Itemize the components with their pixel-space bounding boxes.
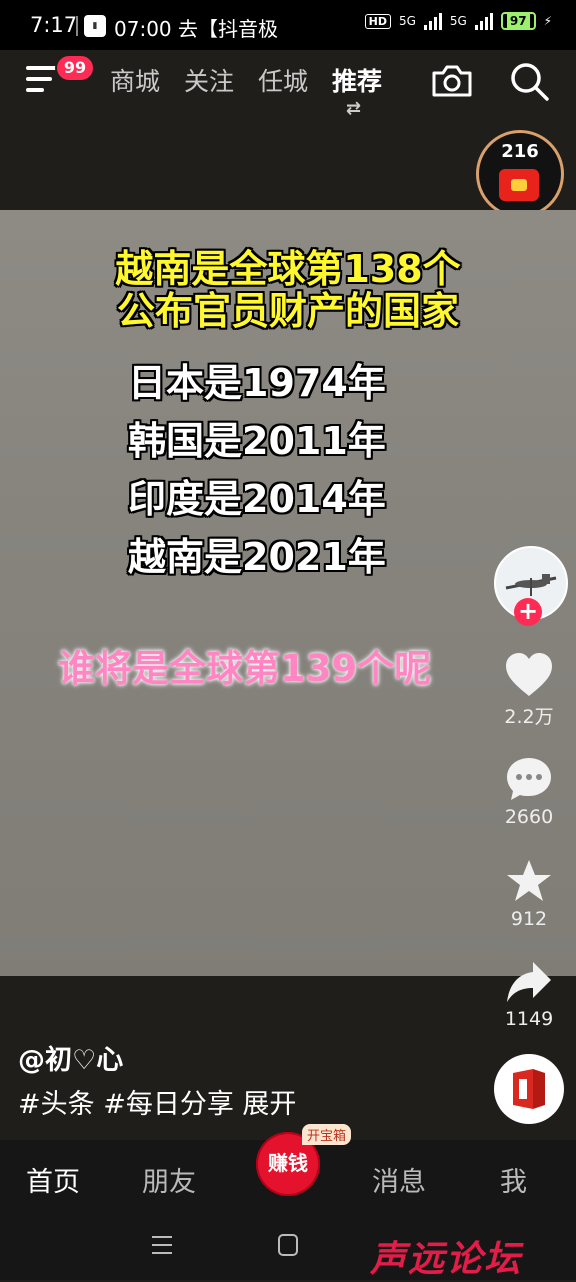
tab-local[interactable]: 任城 xyxy=(258,62,308,98)
tab-mall[interactable]: 商城 xyxy=(110,62,160,98)
comment-button[interactable]: 2660 xyxy=(490,756,568,828)
home-button[interactable] xyxy=(278,1234,298,1256)
music-disc[interactable] xyxy=(494,1054,564,1124)
top-tabs: 商城 关注 任城 推荐 ⇄ xyxy=(110,62,406,119)
camera-icon xyxy=(432,65,472,97)
video-title-line1: 越南是全球第138个 xyxy=(115,247,461,291)
status-time: 7:17 xyxy=(30,13,78,37)
video-question: 谁将是全球第139个呢 xyxy=(58,647,432,690)
menu-icon-line xyxy=(26,77,52,81)
status-indicators: HD 5G 5G 97 ⚡ xyxy=(364,12,552,30)
share-count: 1149 xyxy=(504,1008,554,1030)
nav-messages[interactable]: 消息 xyxy=(372,1160,426,1199)
search-button[interactable] xyxy=(508,60,550,102)
video-text-line: 印度是2014年 xyxy=(128,477,386,521)
post-caption[interactable]: #头条 #每日分享 展开 xyxy=(18,1082,296,1121)
signal-icon-2 xyxy=(474,12,493,30)
recent-apps-button[interactable] xyxy=(152,1236,172,1260)
signal-icon xyxy=(423,12,442,30)
like-count: 2.2万 xyxy=(504,706,554,728)
video-title-line2: 公布官员财产的国家 xyxy=(116,289,459,333)
search-icon xyxy=(511,63,549,101)
coin-count: 216 xyxy=(501,141,539,162)
notification-app-icon: ▮ xyxy=(84,15,106,37)
hd-indicator: HD xyxy=(364,13,391,29)
follow-button[interactable]: + xyxy=(514,598,542,626)
treasure-box-tag: 开宝箱 xyxy=(302,1124,352,1145)
tab-recommend-label: 推荐 xyxy=(332,67,383,96)
menu-icon-line xyxy=(26,88,44,92)
status-bar: 7:17 ▮ 07:00 去【抖音极 HD 5G 5G 97 ⚡ xyxy=(0,0,576,50)
like-button[interactable]: 2.2万 xyxy=(490,652,568,729)
tab-recommend[interactable]: 推荐 ⇄ xyxy=(332,62,383,119)
comment-count: 2660 xyxy=(504,806,554,828)
share-icon xyxy=(507,962,551,1002)
video-text-line: 越南是2021年 xyxy=(128,535,386,579)
forum-watermark: 声远论坛 xyxy=(370,1239,523,1280)
favorite-button[interactable]: 912 xyxy=(490,858,568,930)
network-label-2: 5G xyxy=(449,14,467,28)
comment-icon xyxy=(507,758,551,800)
status-divider xyxy=(76,16,78,36)
video-text-line: 日本是1974年 xyxy=(128,361,386,405)
status-notification-text: 07:00 去【抖音极 xyxy=(114,17,278,41)
menu-line-icon xyxy=(152,1244,172,1246)
video-text-line: 韩国是2011年 xyxy=(128,419,386,463)
coin-reward-widget[interactable]: 216 xyxy=(476,130,564,218)
camera-button[interactable] xyxy=(430,63,474,99)
heart-icon xyxy=(506,653,552,696)
nav-me[interactable]: 我 xyxy=(500,1160,527,1199)
nav-friends[interactable]: 朋友 xyxy=(142,1160,196,1199)
battery-icon: 97 xyxy=(500,12,536,30)
star-icon xyxy=(507,860,551,901)
music-cover-icon xyxy=(513,1069,545,1109)
share-button[interactable]: 1149 xyxy=(490,960,568,1030)
menu-line-icon xyxy=(152,1236,172,1238)
swap-icon: ⇄ xyxy=(346,98,362,119)
nav-home[interactable]: 首页 xyxy=(26,1160,80,1199)
favorite-count: 912 xyxy=(510,908,548,930)
battery-level: 97 xyxy=(506,14,530,28)
author-name[interactable]: @初♡心 xyxy=(18,1038,123,1077)
red-envelope-icon xyxy=(499,169,539,201)
video-title: 越南是全球第138个 公布官员财产的国家 xyxy=(0,248,576,332)
menu-line-icon xyxy=(152,1252,172,1254)
network-label-1: 5G xyxy=(398,14,416,28)
charging-icon: ⚡ xyxy=(543,14,552,28)
notification-badge: 99 xyxy=(55,54,95,82)
tab-following[interactable]: 关注 xyxy=(184,62,234,98)
